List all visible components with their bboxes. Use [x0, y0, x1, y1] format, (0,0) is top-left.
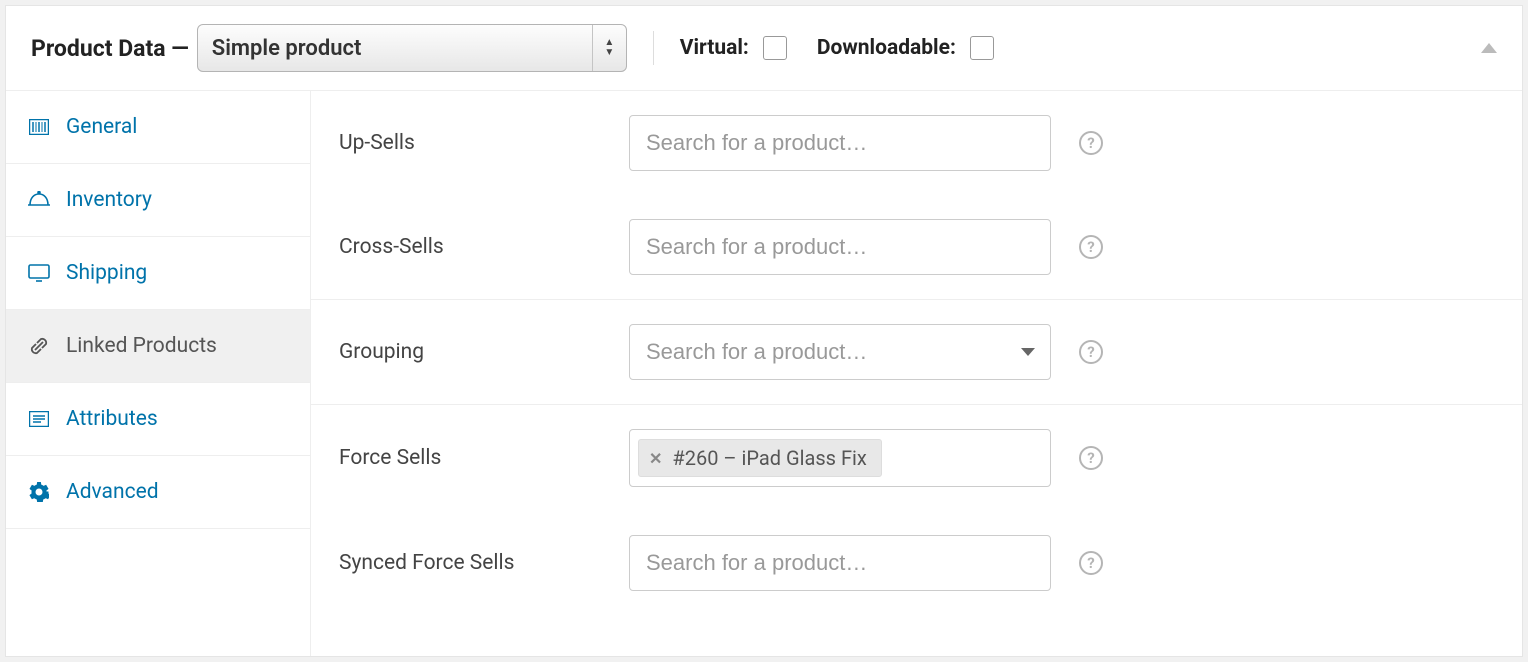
- label-cross-sells: Cross-Sells: [339, 235, 609, 259]
- gear-icon: [28, 481, 50, 503]
- grouping-input[interactable]: [629, 324, 1051, 380]
- tab-general[interactable]: General: [6, 91, 310, 164]
- product-type-select[interactable]: Simple product ▲▼: [197, 24, 627, 72]
- virtual-group: Virtual:: [680, 36, 787, 60]
- panel-title: Product Data —: [31, 35, 189, 62]
- tab-linked-products[interactable]: Linked Products: [6, 310, 310, 383]
- help-icon[interactable]: ?: [1079, 131, 1103, 155]
- input-wrap-synced-force-sells: [629, 535, 1051, 591]
- help-icon[interactable]: ?: [1079, 235, 1103, 259]
- help-icon[interactable]: ?: [1079, 446, 1103, 470]
- section-force-sells: Force Sells ✕ #260 – iPad Glass Fix ? Sy…: [311, 404, 1522, 615]
- downloadable-group: Downloadable:: [817, 36, 994, 60]
- panel-body: General Inventory Shipping Linked Produc…: [6, 91, 1522, 656]
- list-icon: [28, 408, 50, 430]
- help-icon[interactable]: ?: [1079, 551, 1103, 575]
- tab-shipping[interactable]: Shipping: [6, 237, 310, 310]
- tab-label: Inventory: [66, 188, 152, 212]
- up-sells-input[interactable]: [629, 115, 1051, 171]
- label-grouping: Grouping: [339, 340, 609, 364]
- screen-icon: [28, 262, 50, 284]
- row-force-sells: Force Sells ✕ #260 – iPad Glass Fix ?: [311, 405, 1522, 511]
- row-cross-sells: Cross-Sells ?: [311, 195, 1522, 299]
- product-data-panel: Product Data — Simple product ▲▼ Virtual…: [5, 5, 1523, 657]
- force-sells-input[interactable]: ✕ #260 – iPad Glass Fix: [629, 429, 1051, 487]
- cross-sells-input[interactable]: [629, 219, 1051, 275]
- product-type-value: Simple product: [212, 36, 362, 61]
- label-synced-force-sells: Synced Force Sells: [339, 551, 609, 575]
- help-icon[interactable]: ?: [1079, 340, 1103, 364]
- tab-label: Advanced: [66, 480, 159, 504]
- section-grouping: Grouping ?: [311, 299, 1522, 404]
- select-arrows-icon: ▲▼: [592, 25, 626, 71]
- virtual-checkbox[interactable]: [763, 36, 787, 60]
- input-wrap-up-sells: [629, 115, 1051, 171]
- tag-text: #260 – iPad Glass Fix: [672, 446, 866, 470]
- row-up-sells: Up-Sells ?: [311, 91, 1522, 195]
- remove-tag-icon[interactable]: ✕: [649, 449, 662, 468]
- tab-label: Attributes: [66, 407, 158, 431]
- tab-inventory[interactable]: Inventory: [6, 164, 310, 237]
- synced-force-sells-input[interactable]: [629, 535, 1051, 591]
- header-divider: [653, 31, 654, 65]
- input-wrap-cross-sells: [629, 219, 1051, 275]
- downloadable-checkbox[interactable]: [970, 36, 994, 60]
- tab-attributes[interactable]: Attributes: [6, 383, 310, 456]
- selected-product-tag: ✕ #260 – iPad Glass Fix: [638, 439, 882, 477]
- label-force-sells: Force Sells: [339, 446, 609, 470]
- content: Up-Sells ? Cross-Sells ? Grouping: [311, 91, 1522, 656]
- downloadable-label: Downloadable:: [817, 36, 956, 60]
- section-sells: Up-Sells ? Cross-Sells ?: [311, 91, 1522, 299]
- row-synced-force-sells: Synced Force Sells ?: [311, 511, 1522, 615]
- panel-header: Product Data — Simple product ▲▼ Virtual…: [6, 6, 1522, 91]
- collapse-toggle-icon[interactable]: [1481, 43, 1497, 53]
- grouping-select[interactable]: [629, 324, 1051, 380]
- barcode-icon: [28, 116, 50, 138]
- tab-label: General: [66, 115, 137, 139]
- tabs: General Inventory Shipping Linked Produc…: [6, 91, 311, 656]
- tab-label: Shipping: [66, 261, 147, 285]
- tab-label: Linked Products: [66, 334, 217, 358]
- label-up-sells: Up-Sells: [339, 131, 609, 155]
- tab-advanced[interactable]: Advanced: [6, 456, 310, 529]
- virtual-label: Virtual:: [680, 36, 749, 60]
- link-icon: [28, 335, 50, 357]
- row-grouping: Grouping ?: [311, 300, 1522, 404]
- cloche-icon: [28, 189, 50, 211]
